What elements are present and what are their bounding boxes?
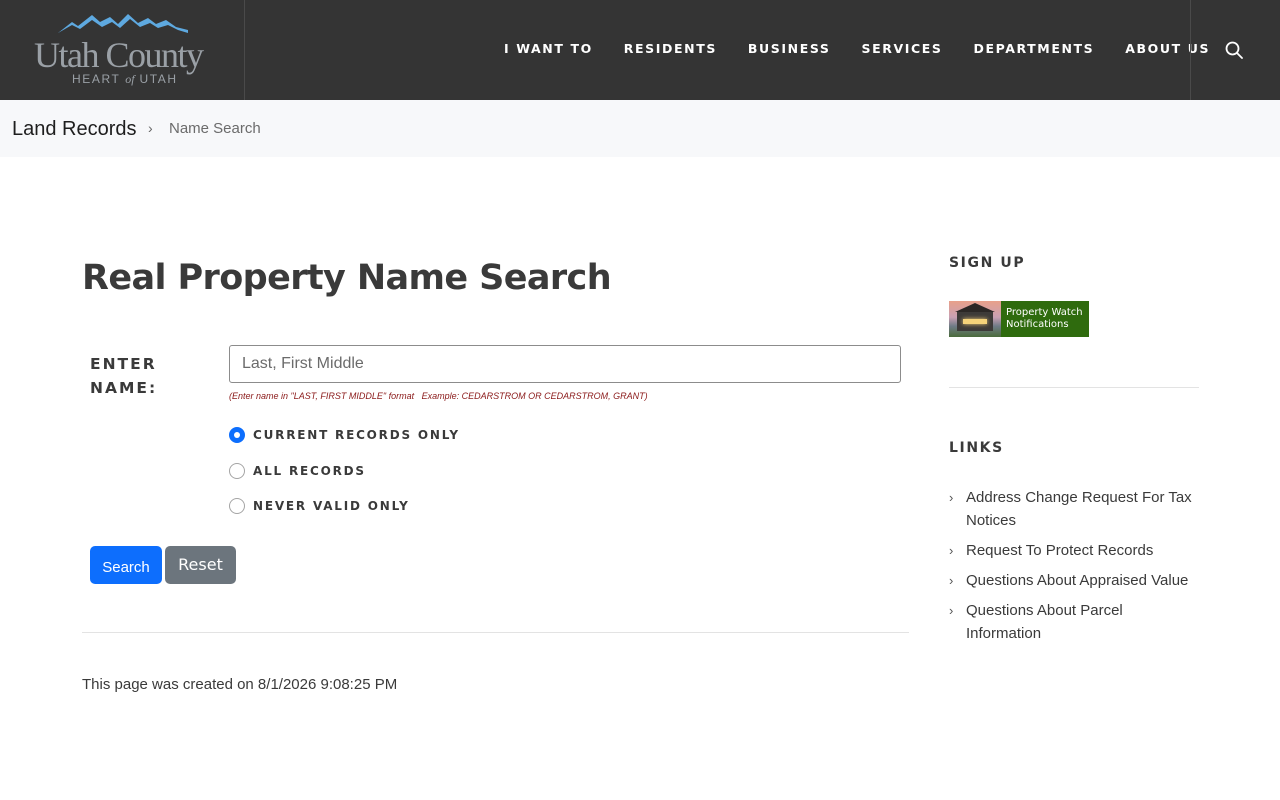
breadcrumb: Land Records › Name Search (0, 100, 1280, 157)
nav-departments[interactable]: DEPARTMENTS (974, 41, 1095, 56)
chevron-right-icon: › (949, 573, 954, 588)
page-title: Real Property Name Search (82, 258, 612, 298)
radio-current-records[interactable]: CURRENT RECORDS ONLY (229, 427, 460, 443)
sidebar-divider (949, 387, 1199, 388)
chevron-right-icon: › (949, 603, 954, 618)
links-heading: LINKS (949, 440, 1004, 456)
nav-i-want-to[interactable]: I WANT TO (504, 41, 593, 56)
site-header: Utah County HEART of UTAH I WANT TO RESI… (0, 0, 1280, 100)
content-divider (82, 632, 909, 633)
property-watch-banner[interactable]: Property Watch Notifications (949, 301, 1089, 337)
chevron-right-icon: › (949, 543, 954, 558)
radio-label: CURRENT RECORDS ONLY (253, 428, 460, 442)
header-search-button[interactable] (1190, 0, 1280, 100)
logo-tagline: HEART of UTAH (72, 72, 178, 86)
enter-name-label: ENTER NAME: (90, 355, 158, 397)
link-protect-records[interactable]: Request To Protect Records (966, 542, 1153, 559)
search-button[interactable]: Search (90, 546, 162, 584)
search-icon (1225, 41, 1243, 59)
radio-button[interactable] (229, 498, 245, 514)
list-item: › Request To Protect Records (949, 539, 1199, 562)
nav-residents[interactable]: RESIDENTS (624, 41, 717, 56)
link-parcel-information[interactable]: Questions About Parcel Information (966, 602, 1123, 642)
radio-button[interactable] (229, 463, 245, 479)
name-search-input[interactable] (229, 345, 901, 383)
radio-label: NEVER VALID ONLY (253, 499, 410, 513)
utah-county-logo[interactable]: Utah County HEART of UTAH (0, 0, 245, 100)
house-image (949, 301, 1001, 337)
radio-label: ALL RECORDS (253, 464, 366, 478)
chevron-right-icon: › (148, 120, 153, 136)
list-item: › Questions About Appraised Value (949, 569, 1199, 592)
signup-heading: SIGN UP (949, 255, 1026, 271)
link-address-change[interactable]: Address Change Request For Tax Notices (966, 489, 1192, 529)
breadcrumb-current: Name Search (169, 120, 261, 137)
banner-text: Property Watch Notifications (1001, 301, 1089, 337)
reset-button[interactable]: Reset (165, 546, 236, 584)
list-item: › Address Change Request For Tax Notices (949, 486, 1199, 532)
mountains-icon (58, 14, 188, 33)
nav-business[interactable]: BUSINESS (748, 41, 831, 56)
radio-all-records[interactable]: ALL RECORDS (229, 463, 366, 479)
name-format-hint: (Enter name in "LAST, FIRST MIDDLE" form… (229, 391, 648, 401)
list-item: › Questions About Parcel Information (949, 599, 1199, 645)
radio-button-checked[interactable] (229, 427, 245, 443)
breadcrumb-land-records[interactable]: Land Records (12, 118, 137, 141)
radio-never-valid[interactable]: NEVER VALID ONLY (229, 498, 410, 514)
main-nav: I WANT TO RESIDENTS BUSINESS SERVICES DE… (504, 41, 1210, 56)
chevron-right-icon: › (949, 490, 954, 505)
logo-wordmark: Utah County (34, 35, 204, 75)
link-appraised-value[interactable]: Questions About Appraised Value (966, 572, 1188, 589)
page-created-timestamp: This page was created on 8/1/2026 9:08:2… (82, 676, 398, 693)
nav-services[interactable]: SERVICES (862, 41, 943, 56)
sidebar-links: › Address Change Request For Tax Notices … (949, 486, 1199, 652)
